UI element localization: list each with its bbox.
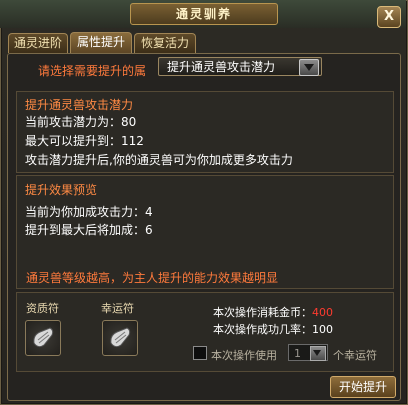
gold-cost-label: 本次操作消耗金币： [213, 306, 312, 319]
aptitude-talisman-slot[interactable] [25, 320, 61, 356]
max-attack-bonus: 提升到最大后将加成：6 [25, 223, 153, 237]
attribute-select-label: 请选择需要提升的属 [38, 64, 147, 78]
attribute-info-panel: 提升通灵兽攻击潜力 当前攻击潜力为：80 最大可以提升到：112 攻击潜力提升后… [16, 91, 394, 173]
attribute-select-value: 提升通灵兽攻击潜力 [167, 60, 276, 74]
success-rate: 本次操作成功几率：100 [213, 323, 333, 336]
chevron-down-icon[interactable] [310, 346, 326, 361]
use-luck-label: 本次操作使用 [211, 349, 277, 362]
tab-restore-vitality[interactable]: 恢复活力 [134, 33, 196, 53]
luck-count-value: 1 [294, 347, 301, 360]
scroll-icon [110, 327, 131, 348]
window-title: 通灵驯养 [130, 3, 278, 25]
chevron-down-icon[interactable] [299, 59, 319, 76]
luck-talisman-label: 幸运符 [101, 302, 134, 315]
attribute-panel-title: 提升通灵兽攻击潜力 [25, 98, 134, 112]
preview-panel-title: 提升效果预览 [25, 183, 98, 197]
luck-talisman-slot[interactable] [102, 320, 138, 356]
current-attack-bonus: 当前为你加成攻击力：4 [25, 205, 153, 219]
start-boost-button[interactable]: 开始提升 [330, 376, 396, 398]
aptitude-talisman-label: 资质符 [26, 302, 59, 315]
attribute-description: 攻击潜力提升后,你的通灵兽可为你加成更多攻击力 [25, 153, 293, 167]
level-hint: 通灵兽等级越高，为主人提升的能力效果越明显 [26, 271, 279, 285]
current-attack-potential: 当前攻击潜力为：80 [25, 115, 137, 129]
max-attack-potential: 最大可以提升到：112 [25, 134, 144, 148]
gold-cost-value: 400 [312, 306, 333, 319]
tab-advance[interactable]: 通灵进阶 [8, 33, 68, 53]
attribute-select[interactable]: 提升通灵兽攻击潜力 [158, 57, 322, 76]
scroll-icon [33, 327, 54, 348]
tab-attribute-boost[interactable]: 属性提升 [70, 32, 132, 54]
close-button[interactable]: X [377, 6, 401, 28]
luck-count-select[interactable]: 1 [288, 344, 328, 361]
luck-count-suffix: 个幸运符 [333, 349, 377, 362]
use-luck-checkbox[interactable] [193, 346, 207, 360]
gold-cost: 本次操作消耗金币：400 [213, 304, 333, 320]
